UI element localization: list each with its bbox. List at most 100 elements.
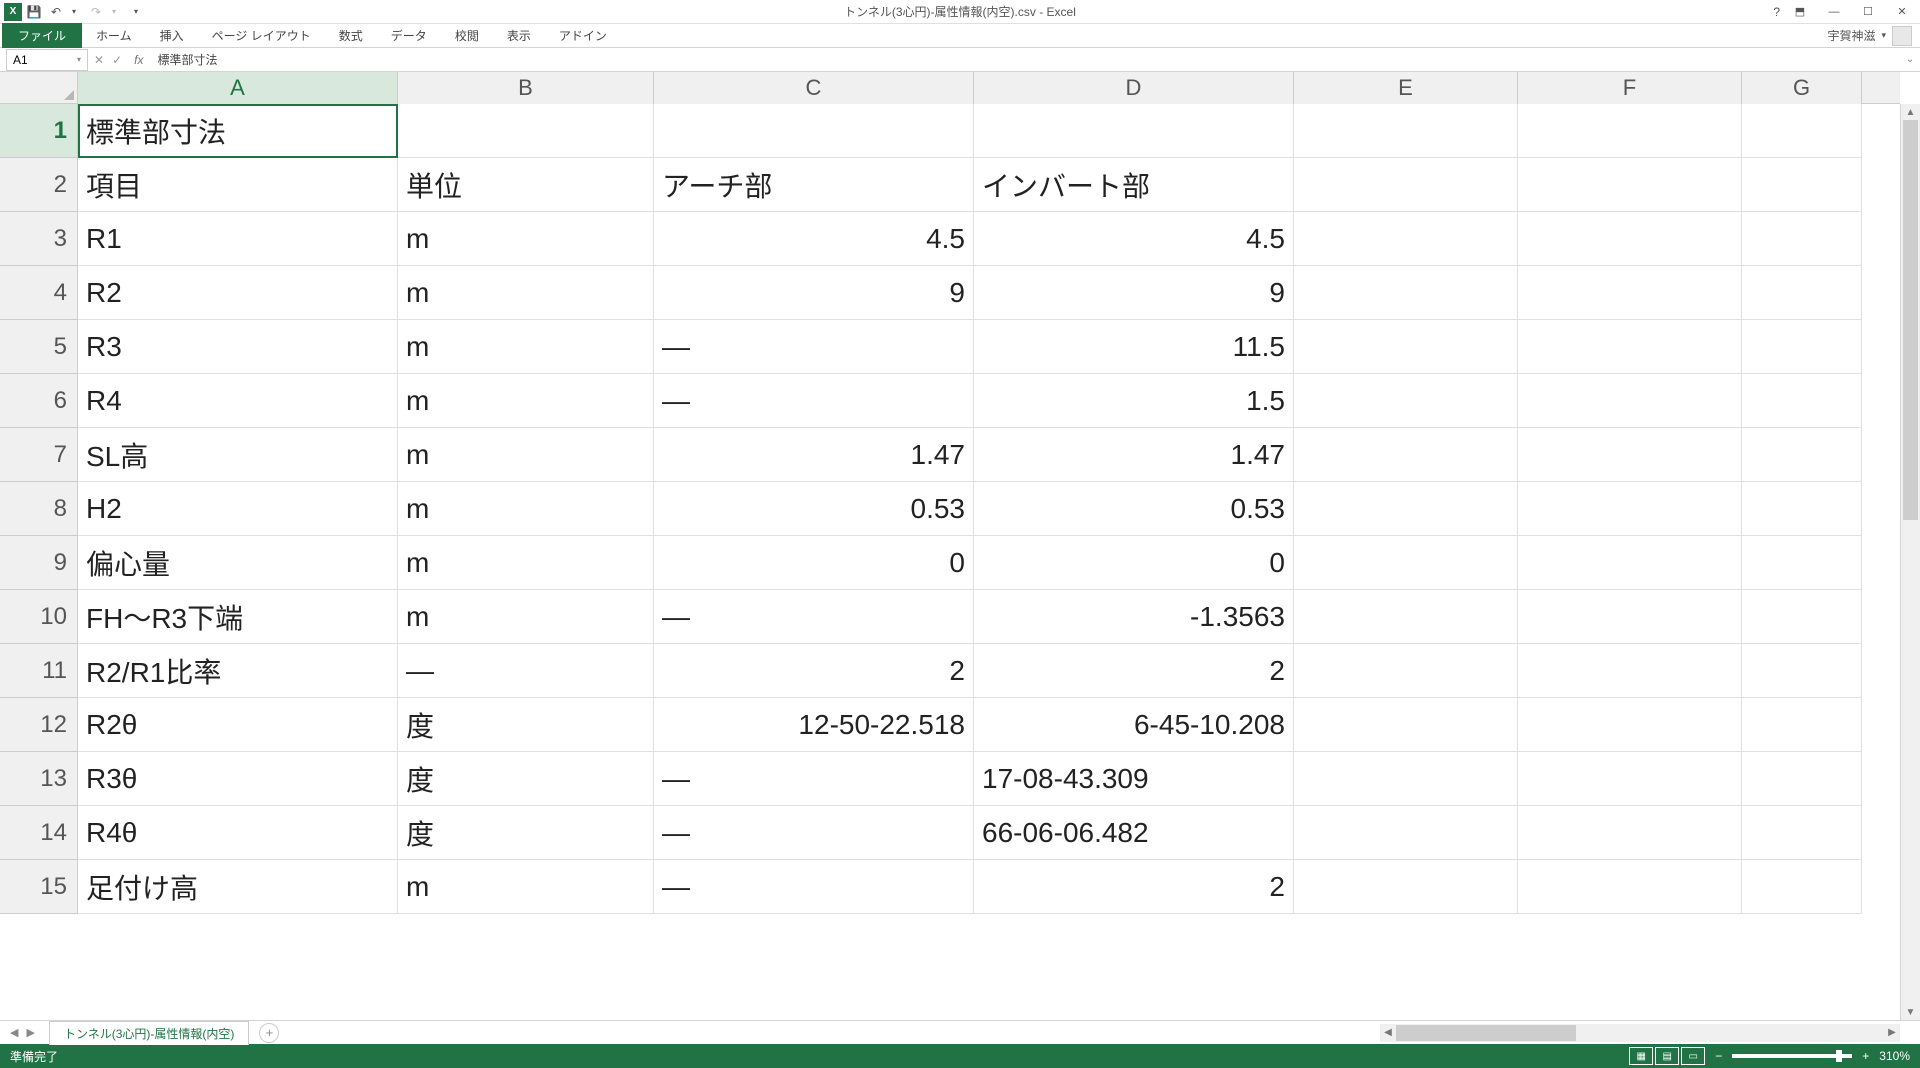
undo-dropdown-icon[interactable]: ▾ <box>64 2 84 22</box>
view-page-layout-icon[interactable]: ▤ <box>1655 1047 1679 1065</box>
cell-F12[interactable] <box>1518 698 1742 752</box>
cell-D11[interactable]: 2 <box>974 644 1294 698</box>
tab-7[interactable]: アドイン <box>545 23 621 48</box>
cell-F10[interactable] <box>1518 590 1742 644</box>
tab-nav-prev-icon[interactable]: ◀ <box>10 1026 18 1039</box>
cancel-icon[interactable]: ✕ <box>94 53 104 67</box>
qat-customize-icon[interactable]: ▾ <box>126 2 146 22</box>
cell-B3[interactable]: m <box>398 212 654 266</box>
cell-F9[interactable] <box>1518 536 1742 590</box>
cell-E8[interactable] <box>1294 482 1518 536</box>
add-sheet-icon[interactable]: + <box>259 1023 279 1043</box>
cell-C8[interactable]: 0.53 <box>654 482 974 536</box>
cell-G11[interactable] <box>1742 644 1862 698</box>
cell-C10[interactable]: ― <box>654 590 974 644</box>
view-normal-icon[interactable]: ▦ <box>1629 1047 1653 1065</box>
sheet-tab[interactable]: トンネル(3心円)-属性情報(内空) <box>49 1021 249 1045</box>
redo-dropdown-icon[interactable]: ▾ <box>104 2 124 22</box>
cell-A6[interactable]: R4 <box>78 374 398 428</box>
cell-G3[interactable] <box>1742 212 1862 266</box>
cell-E5[interactable] <box>1294 320 1518 374</box>
cell-D5[interactable]: 11.5 <box>974 320 1294 374</box>
cell-C4[interactable]: 9 <box>654 266 974 320</box>
cell-C2[interactable]: アーチ部 <box>654 158 974 212</box>
cell-A2[interactable]: 項目 <box>78 158 398 212</box>
row-header-3[interactable]: 3 <box>0 212 77 266</box>
row-header-13[interactable]: 13 <box>0 752 77 806</box>
formula-input[interactable]: 標準部寸法 <box>149 49 1900 70</box>
cell-F3[interactable] <box>1518 212 1742 266</box>
tab-6[interactable]: 表示 <box>493 23 545 48</box>
cell-B14[interactable]: 度 <box>398 806 654 860</box>
ribbon-options-icon[interactable]: ⬒ <box>1786 2 1814 22</box>
cell-C3[interactable]: 4.5 <box>654 212 974 266</box>
cell-D15[interactable]: 2 <box>974 860 1294 914</box>
cell-B7[interactable]: m <box>398 428 654 482</box>
cell-E13[interactable] <box>1294 752 1518 806</box>
cell-F13[interactable] <box>1518 752 1742 806</box>
cell-D4[interactable]: 9 <box>974 266 1294 320</box>
tab-1[interactable]: 挿入 <box>146 23 198 48</box>
zoom-level[interactable]: 310% <box>1879 1049 1910 1063</box>
minimize-icon[interactable]: — <box>1820 2 1848 22</box>
cell-D9[interactable]: 0 <box>974 536 1294 590</box>
cell-F6[interactable] <box>1518 374 1742 428</box>
cell-B10[interactable]: m <box>398 590 654 644</box>
cell-F8[interactable] <box>1518 482 1742 536</box>
cell-D6[interactable]: 1.5 <box>974 374 1294 428</box>
cell-B5[interactable]: m <box>398 320 654 374</box>
name-box-dropdown-icon[interactable]: ▾ <box>77 55 81 64</box>
cell-C13[interactable]: ― <box>654 752 974 806</box>
cell-A14[interactable]: R4θ <box>78 806 398 860</box>
cell-G13[interactable] <box>1742 752 1862 806</box>
cell-E11[interactable] <box>1294 644 1518 698</box>
cell-G4[interactable] <box>1742 266 1862 320</box>
cell-G5[interactable] <box>1742 320 1862 374</box>
cell-G14[interactable] <box>1742 806 1862 860</box>
tab-3[interactable]: 数式 <box>325 23 377 48</box>
row-header-4[interactable]: 4 <box>0 266 77 320</box>
tab-file[interactable]: ファイル <box>2 23 82 48</box>
cell-G6[interactable] <box>1742 374 1862 428</box>
cell-E1[interactable] <box>1294 104 1518 158</box>
cell-B1[interactable] <box>398 104 654 158</box>
cell-D12[interactable]: 6-45-10.208 <box>974 698 1294 752</box>
cell-A1[interactable]: 標準部寸法 <box>78 104 398 158</box>
tab-5[interactable]: 校閲 <box>441 23 493 48</box>
cell-E7[interactable] <box>1294 428 1518 482</box>
cell-G8[interactable] <box>1742 482 1862 536</box>
select-all-corner[interactable] <box>0 72 78 104</box>
cell-A7[interactable]: SL高 <box>78 428 398 482</box>
row-header-7[interactable]: 7 <box>0 428 77 482</box>
row-header-14[interactable]: 14 <box>0 806 77 860</box>
cell-G12[interactable] <box>1742 698 1862 752</box>
formula-expand-icon[interactable]: ⌄ <box>1900 54 1920 65</box>
cell-E9[interactable] <box>1294 536 1518 590</box>
tab-nav-next-icon[interactable]: ▶ <box>26 1026 34 1039</box>
row-header-5[interactable]: 5 <box>0 320 77 374</box>
cell-A10[interactable]: FH～R3下端 <box>78 590 398 644</box>
cell-F15[interactable] <box>1518 860 1742 914</box>
row-header-15[interactable]: 15 <box>0 860 77 914</box>
cell-A15[interactable]: 足付け高 <box>78 860 398 914</box>
cell-D7[interactable]: 1.47 <box>974 428 1294 482</box>
cell-B15[interactable]: m <box>398 860 654 914</box>
cell-E4[interactable] <box>1294 266 1518 320</box>
tab-4[interactable]: データ <box>377 23 441 48</box>
scroll-down-icon[interactable]: ▼ <box>1901 1004 1920 1020</box>
cell-A12[interactable]: R2θ <box>78 698 398 752</box>
cell-C11[interactable]: 2 <box>654 644 974 698</box>
cell-E14[interactable] <box>1294 806 1518 860</box>
cell-G10[interactable] <box>1742 590 1862 644</box>
cell-C15[interactable]: ― <box>654 860 974 914</box>
cell-D10[interactable]: -1.3563 <box>974 590 1294 644</box>
cell-D3[interactable]: 4.5 <box>974 212 1294 266</box>
cell-A11[interactable]: R2/R1比率 <box>78 644 398 698</box>
cell-D13[interactable]: 17-08-43.309 <box>974 752 1294 806</box>
col-header-D[interactable]: D <box>974 72 1294 104</box>
row-header-8[interactable]: 8 <box>0 482 77 536</box>
col-header-E[interactable]: E <box>1294 72 1518 104</box>
cell-E15[interactable] <box>1294 860 1518 914</box>
horizontal-scroll-thumb[interactable] <box>1396 1025 1576 1041</box>
cell-G9[interactable] <box>1742 536 1862 590</box>
